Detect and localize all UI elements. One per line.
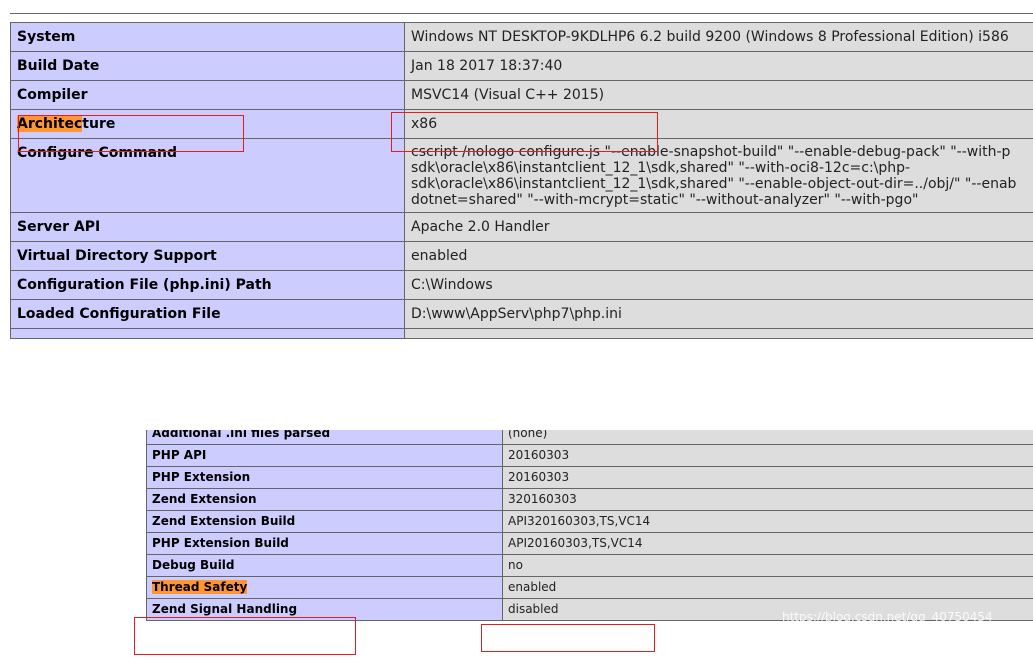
- row-value: D:\www\AppServ\php7\php.ini: [404, 299, 1033, 329]
- label-rest: ture: [82, 116, 116, 132]
- row-value: enabled: [404, 241, 1033, 271]
- table-row: Configure Command cscript /nologo config…: [10, 138, 1033, 213]
- table-row: Configuration File (php.ini) Path C:\Win…: [10, 270, 1033, 300]
- table-row: Debug Build no: [146, 554, 1033, 577]
- row-label: Build Date: [10, 51, 405, 81]
- search-highlight: Architec: [17, 116, 83, 132]
- row-label: System: [10, 22, 405, 52]
- search-highlight: Thread Safety: [152, 580, 248, 594]
- section1-clip: System Windows NT DESKTOP-9KDLHP6 6.2 bu…: [0, 0, 1033, 372]
- row-label: Virtual Directory Support: [10, 241, 405, 271]
- row-value: 320160303: [502, 488, 1033, 511]
- row-value: 20160303: [502, 444, 1033, 467]
- row-value: API320160303,TS,VC14: [502, 510, 1033, 533]
- row-label-thread-safety: Thread Safety: [146, 576, 503, 599]
- table-row: Compiler MSVC14 (Visual C++ 2015): [10, 80, 1033, 110]
- row-value: [404, 328, 1033, 339]
- row-value: Windows NT DESKTOP-9KDLHP6 6.2 build 920…: [404, 22, 1033, 52]
- row-value: MSVC14 (Visual C++ 2015): [404, 80, 1033, 110]
- row-value: (none): [502, 430, 1033, 445]
- row-label: Configuration File (php.ini) Path: [10, 270, 405, 300]
- table-row: System Windows NT DESKTOP-9KDLHP6 6.2 bu…: [10, 22, 1033, 52]
- phpinfo-table-secondary: Additional .ini files parsed (none) PHP …: [146, 430, 1033, 621]
- phpinfo-table-main: System Windows NT DESKTOP-9KDLHP6 6.2 bu…: [10, 22, 1033, 339]
- table-row-architecture: Architecture x86: [10, 109, 1033, 139]
- table-row: Server API Apache 2.0 Handler: [10, 212, 1033, 242]
- section2-clip: Additional .ini files parsed (none) PHP …: [0, 430, 1033, 669]
- table-row: Zend Signal Handling disabled: [146, 598, 1033, 621]
- row-label: Zend Extension Build: [146, 510, 503, 533]
- row-value: C:\Windows: [404, 270, 1033, 300]
- table-row: PHP Extension Build API20160303,TS,VC14: [146, 532, 1033, 555]
- row-label: Zend Signal Handling: [146, 598, 503, 621]
- table-row: PHP API 20160303: [146, 444, 1033, 467]
- row-label: Additional .ini files parsed: [146, 430, 503, 445]
- row-value: 20160303: [502, 466, 1033, 489]
- table-row: Build Date Jan 18 2017 18:37:40: [10, 51, 1033, 81]
- row-label: Configure Command: [10, 138, 405, 213]
- row-label: PHP Extension Build: [146, 532, 503, 555]
- row-value: API20160303,TS,VC14: [502, 532, 1033, 555]
- row-value: Apache 2.0 Handler: [404, 212, 1033, 242]
- row-label: PHP API: [146, 444, 503, 467]
- row-label: Loaded Configuration File: [10, 299, 405, 329]
- row-label: Debug Build: [146, 554, 503, 577]
- row-value: no: [502, 554, 1033, 577]
- row-value: Jan 18 2017 18:37:40: [404, 51, 1033, 81]
- row-label: Zend Extension: [146, 488, 503, 511]
- watermark-text: https://blog.csdn.net/w: [820, 337, 993, 355]
- table-row: Virtual Directory Support enabled: [10, 241, 1033, 271]
- table-row: Additional .ini files parsed (none): [146, 430, 1033, 445]
- row-label: Compiler: [10, 80, 405, 110]
- table-row-thread-safety: Thread Safety enabled: [146, 576, 1033, 599]
- row-value: disabled: [502, 598, 1033, 621]
- row-value-configure-command: cscript /nologo configure.js "--enable-s…: [404, 138, 1033, 213]
- row-label: PHP Extension: [146, 466, 503, 489]
- row-label: [10, 328, 405, 339]
- row-label: Server API: [10, 212, 405, 242]
- row-value-thread-safety: enabled: [502, 576, 1033, 599]
- row-value-architecture: x86: [404, 109, 1033, 139]
- table-row: PHP Extension 20160303: [146, 466, 1033, 489]
- table-row-partial: [10, 328, 1033, 339]
- table-row: Zend Extension Build API320160303,TS,VC1…: [146, 510, 1033, 533]
- table-row: Loaded Configuration File D:\www\AppServ…: [10, 299, 1033, 329]
- table-row: Zend Extension 320160303: [146, 488, 1033, 511]
- row-label-architecture: Architecture: [10, 109, 405, 139]
